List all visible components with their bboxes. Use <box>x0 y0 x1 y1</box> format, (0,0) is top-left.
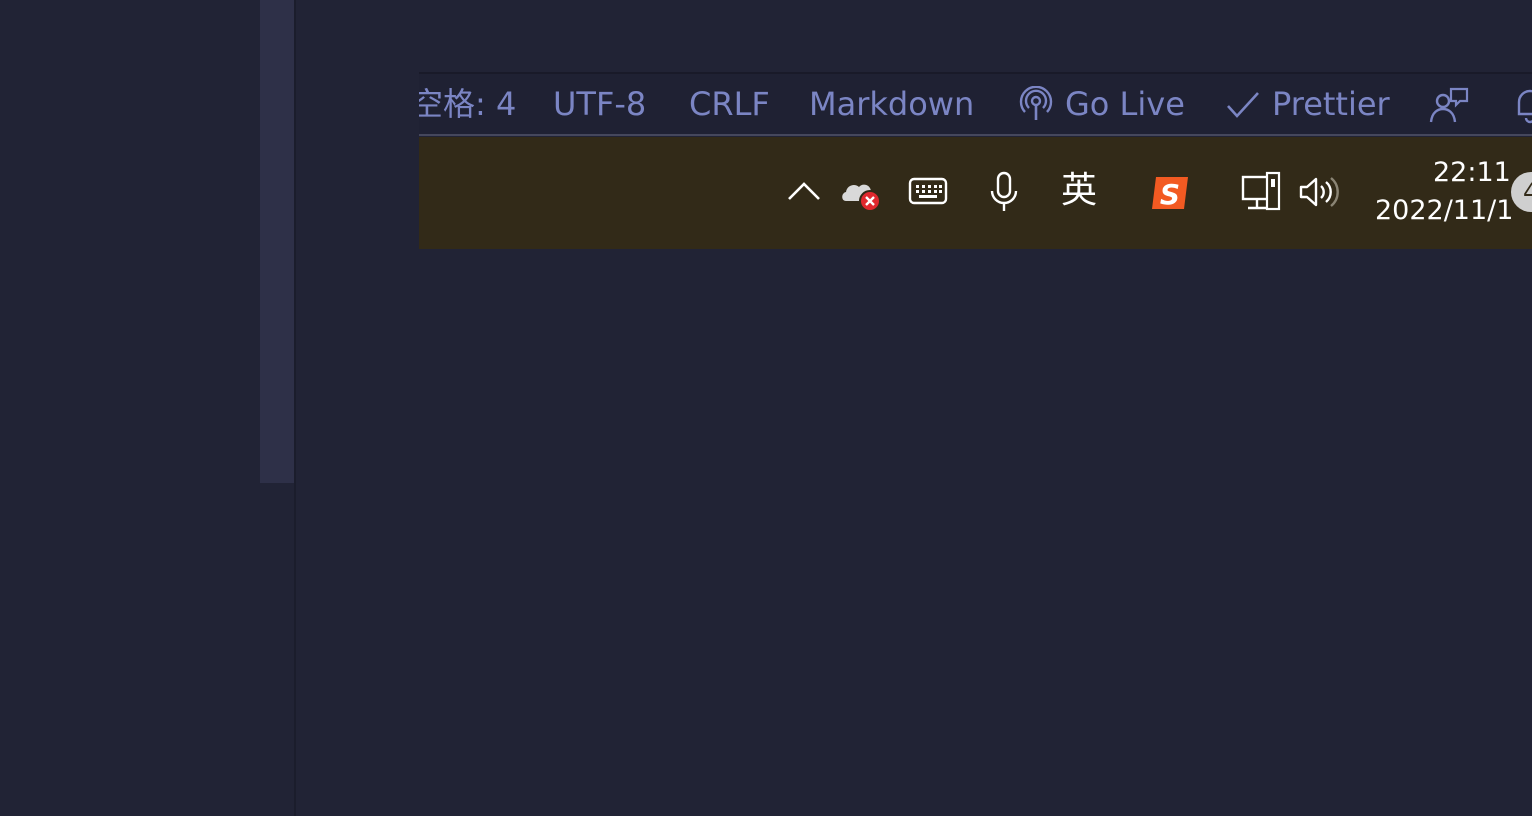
volume-icon[interactable] <box>1298 175 1340 209</box>
status-bar: 空格: 4 UTF-8 CRLF Markdown Go Live Pretti… <box>419 72 1532 136</box>
bell-icon <box>1517 89 1532 124</box>
check-icon <box>1227 92 1259 118</box>
go-live-button[interactable]: Go Live <box>1019 74 1189 134</box>
clock-date[interactable]: 2022/11/1 <box>1375 195 1513 226</box>
chevron-up-icon[interactable] <box>787 179 821 203</box>
line-ending-status[interactable]: CRLF <box>689 74 770 134</box>
broadcast-icon <box>1019 86 1053 120</box>
ime-mode-indicator[interactable]: 英 <box>1061 169 1097 213</box>
svg-text:S: S <box>1160 178 1180 211</box>
notification-count-badge[interactable]: 4 <box>1511 172 1532 212</box>
encoding-status[interactable]: UTF-8 <box>553 74 646 134</box>
go-live-label: Go Live <box>1065 85 1185 123</box>
feedback-icon <box>1429 87 1469 123</box>
scrollbar-thumb[interactable] <box>260 0 294 483</box>
network-icon[interactable] <box>1240 171 1282 213</box>
language-mode-status[interactable]: Markdown <box>809 74 974 134</box>
pane-divider[interactable] <box>294 0 296 816</box>
taskbar: 英 S 22:11 2022/11/1 4 <box>419 137 1532 249</box>
keyboard-icon[interactable] <box>908 177 948 205</box>
sogou-icon[interactable]: S <box>1150 173 1192 213</box>
microphone-icon[interactable] <box>989 171 1019 213</box>
feedback-button[interactable] <box>1429 74 1469 134</box>
prettier-label: Prettier <box>1272 85 1390 123</box>
indentation-status[interactable]: 空格: 4 <box>419 74 516 134</box>
onedrive-error-icon[interactable] <box>840 175 886 213</box>
clock-time[interactable]: 22:11 <box>1433 157 1511 188</box>
notification-count: 4 <box>1523 178 1532 206</box>
prettier-button[interactable]: Prettier <box>1225 74 1395 134</box>
notifications-button[interactable] <box>1515 74 1532 134</box>
screen: 空格: 4 UTF-8 CRLF Markdown Go Live Pretti… <box>0 0 1532 816</box>
side-panel <box>0 0 260 816</box>
